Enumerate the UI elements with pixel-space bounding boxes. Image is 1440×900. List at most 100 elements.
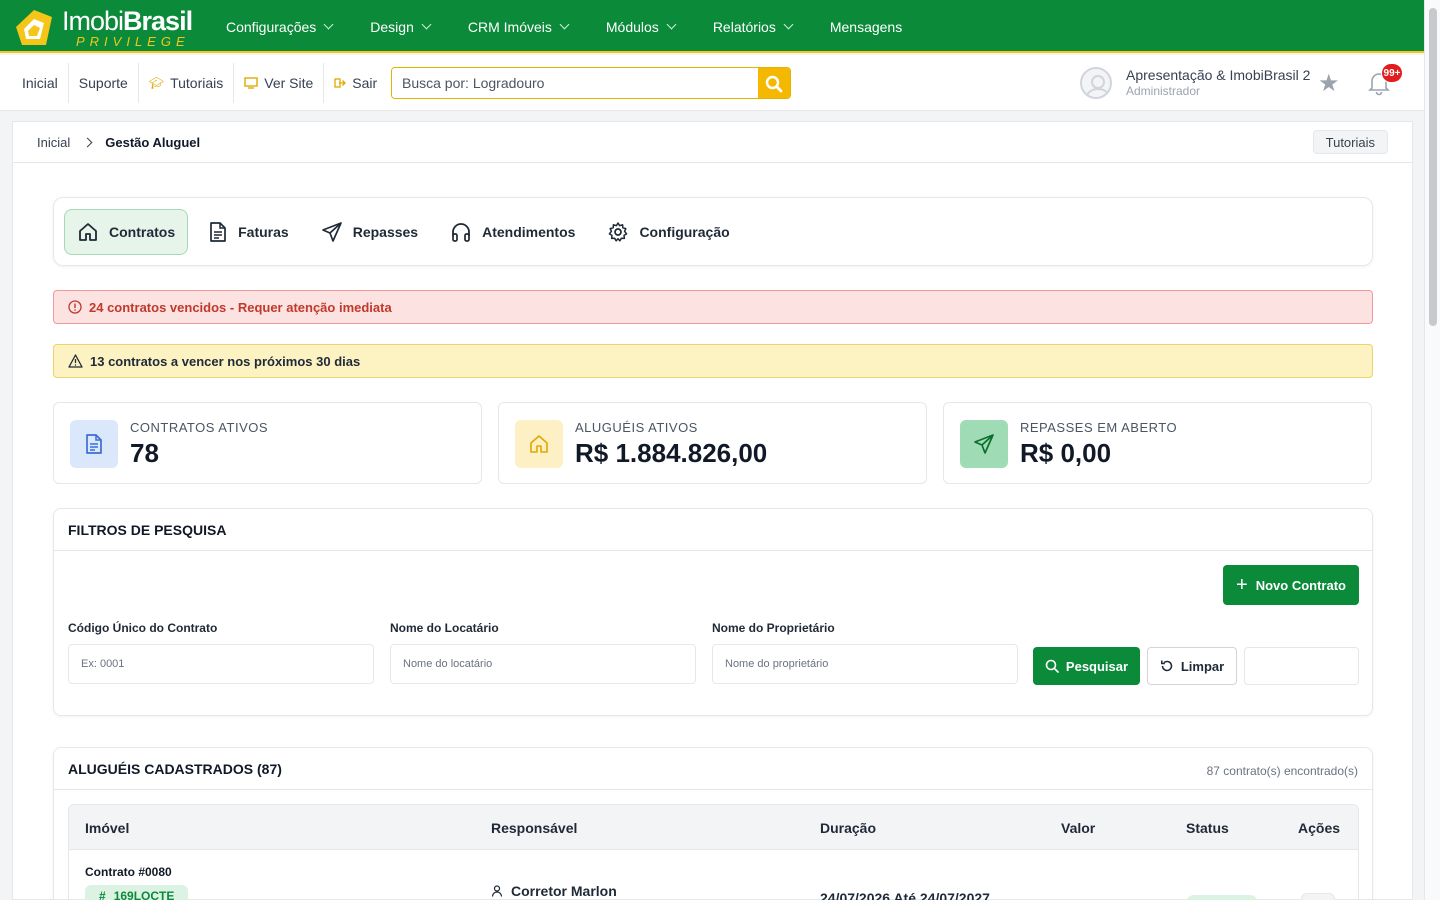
global-search [391, 67, 791, 99]
chevron-down-icon [421, 19, 432, 30]
col-imovel[interactable]: Imóvel [85, 820, 129, 836]
expiring-contracts-alert: 13 contratos a vencer nos próximos 30 di… [53, 344, 1373, 378]
col-duracao[interactable]: Duração [820, 820, 876, 836]
expired-contracts-alert: 24 contratos vencidos - Requer atenção i… [53, 290, 1373, 324]
quicklink-inicial[interactable]: Inicial [12, 63, 69, 103]
contract-number: Contrato #0080 [85, 865, 172, 879]
col-acoes: Ações [1298, 820, 1341, 836]
monitor-icon [244, 77, 258, 89]
owner-name-input[interactable] [712, 644, 1018, 684]
chevron-down-icon [559, 19, 570, 30]
col-responsavel[interactable]: Responsável [491, 820, 577, 836]
table-header: Imóvel Responsável Duração Valor Status … [69, 805, 1358, 850]
tab-repasses[interactable]: Repasses [309, 209, 430, 255]
home-icon [79, 222, 97, 241]
stat-value: 78 [130, 438, 159, 468]
user-role: Administrador [1126, 84, 1201, 98]
search-input[interactable] [392, 68, 758, 98]
plus-icon: + [1236, 574, 1248, 596]
hash-icon: # [99, 889, 106, 900]
search-filters-panel: FILTROS DE PESQUISA + Novo Contrato Códig… [53, 508, 1373, 716]
stat-icon-box [515, 420, 563, 468]
chevron-down-icon [666, 19, 677, 30]
contract-code-input[interactable] [68, 644, 374, 684]
brand-logo[interactable]: ImobiBrasil PRIVILEGE [12, 5, 193, 49]
quicklink-tutoriais[interactable]: 🎓︎ Tutoriais [139, 63, 235, 103]
nav-design[interactable]: Design [370, 19, 432, 35]
breadcrumb: Inicial Gestão Aluguel Tutoriais [13, 122, 1412, 163]
breadcrumb-current: Gestão Aluguel [105, 134, 201, 150]
tab-configuracao[interactable]: Configuração [595, 209, 741, 255]
nav-configuracoes[interactable]: Configurações [226, 19, 334, 35]
stat-card-active-contracts: CONTRATOS ATIVOS 78 [53, 402, 482, 484]
search-filter-button[interactable]: Pesquisar [1033, 647, 1140, 685]
chevron-right-icon [82, 137, 93, 147]
document-icon [210, 221, 226, 242]
stat-value: R$ 0,00 [1020, 438, 1112, 468]
quicklink-ver-site[interactable]: Ver Site [234, 63, 325, 103]
results-count: 87 contrato(s) encontrado(s) [1206, 764, 1358, 778]
avatar [1080, 67, 1112, 99]
stat-card-active-rentals: ALUGUÉIS ATIVOS R$ 1.884.826,00 [498, 402, 927, 484]
tutorials-button[interactable]: Tutoriais [1312, 130, 1388, 154]
tenant-name-label: Nome do Locatário [390, 621, 499, 635]
page-scrollbar[interactable] [1424, 0, 1440, 900]
status-badge [1186, 895, 1258, 900]
user-menu[interactable]: Apresentação & ImobiBrasil 2 Administrad… [1080, 66, 1310, 100]
gear-icon [609, 221, 628, 242]
row-actions-button[interactable] [1301, 893, 1335, 900]
stat-icon-box [70, 420, 118, 468]
reset-icon [1160, 660, 1173, 672]
send-icon [974, 434, 994, 454]
quicklink-suporte[interactable]: Suporte [69, 63, 139, 103]
secondary-bar: Inicial Suporte 🎓︎ Tutoriais Ver Site Sai… [0, 55, 1424, 111]
responsible-agent: Corretor Marlon [491, 883, 617, 899]
nav-mensagens[interactable]: Mensagens [830, 19, 902, 35]
notification-badge: 99+ [1381, 63, 1403, 83]
search-button[interactable] [758, 68, 790, 98]
tab-contratos[interactable]: Contratos [64, 208, 189, 255]
stat-label: CONTRATOS ATIVOS [130, 420, 269, 435]
new-contract-button[interactable]: + Novo Contrato [1223, 565, 1359, 605]
nav-modulos[interactable]: Módulos [606, 19, 677, 35]
warning-triangle-icon [68, 354, 83, 368]
user-icon [491, 885, 503, 897]
clear-filter-button[interactable]: Limpar [1147, 647, 1237, 685]
col-status[interactable]: Status [1186, 820, 1229, 836]
filters-title: FILTROS DE PESQUISA [54, 509, 1372, 551]
send-icon [321, 221, 342, 242]
chevron-down-icon [323, 19, 334, 30]
rentals-title: ALUGUÉIS CADASTRADOS (87) [54, 748, 1372, 790]
stat-value: R$ 1.884.826,00 [575, 438, 768, 468]
section-tabs: Contratos Faturas Repasses Atendimentos … [53, 197, 1373, 266]
logo-text: ImobiBrasil [62, 6, 193, 36]
home-icon [530, 435, 548, 453]
nav-crm-imoveis[interactable]: CRM Imóveis [468, 19, 570, 35]
owner-name-label: Nome do Proprietário [712, 621, 835, 635]
main-content: Inicial Gestão Aluguel Tutoriais Contrat… [12, 121, 1413, 900]
search-icon [1045, 659, 1059, 673]
extra-filter-button[interactable] [1244, 647, 1359, 685]
tab-atendimentos[interactable]: Atendimentos [438, 209, 587, 255]
tenant-name-input[interactable] [390, 644, 696, 684]
document-icon [86, 434, 102, 454]
graduation-cap-icon: 🎓︎ [148, 76, 165, 90]
property-code-badge: #169LOCTE [85, 885, 189, 900]
chevron-down-icon [783, 19, 794, 30]
main-nav: Configurações Design CRM Imóveis Módulos… [226, 0, 940, 53]
contract-duration: 24/07/2026 Até 24/07/2027 [820, 890, 990, 900]
breadcrumb-home[interactable]: Inicial [37, 135, 70, 150]
rentals-table: Imóvel Responsável Duração Valor Status … [68, 804, 1359, 900]
sign-out-icon [334, 78, 347, 88]
logo-mark-icon [16, 10, 52, 45]
tab-faturas[interactable]: Faturas [196, 209, 301, 255]
nav-relatorios[interactable]: Relatórios [713, 19, 794, 35]
col-valor[interactable]: Valor [1061, 820, 1095, 836]
alert-circle-icon [68, 300, 82, 314]
quicklink-sair[interactable]: Sair [324, 63, 387, 103]
top-navbar: ImobiBrasil PRIVILEGE Configurações Desi… [0, 0, 1424, 53]
scrollbar-thumb[interactable] [1429, 8, 1437, 326]
favorites-star-icon[interactable]: ★ [1318, 69, 1340, 98]
headphones-icon [452, 222, 470, 242]
user-name: Apresentação & ImobiBrasil 2 [1126, 67, 1311, 83]
